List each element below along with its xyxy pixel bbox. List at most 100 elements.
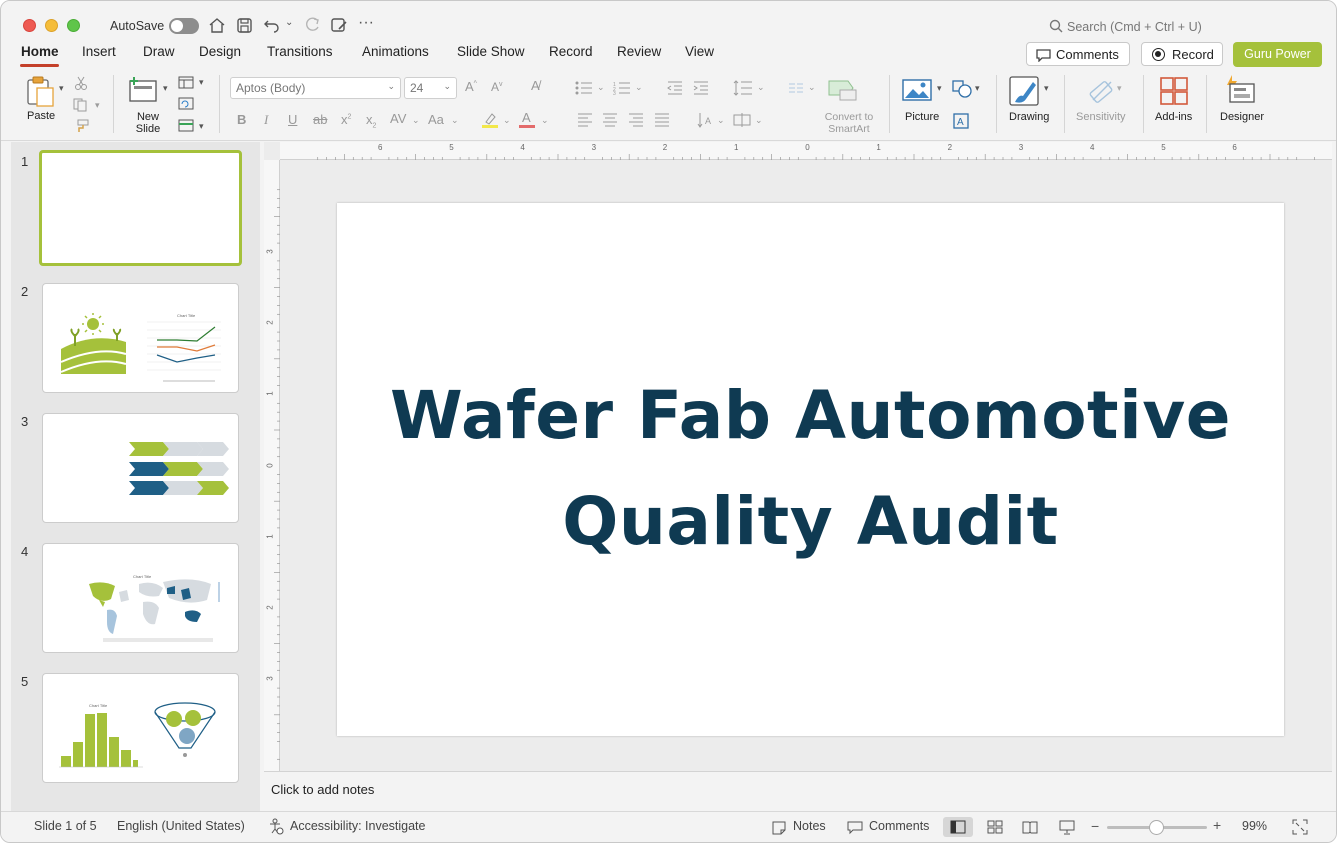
subscript-icon[interactable]: x2 — [366, 112, 376, 130]
section-icon[interactable] — [178, 119, 194, 132]
tab-draw[interactable]: Draw — [143, 44, 175, 59]
align-text-icon[interactable] — [733, 112, 751, 128]
zoom-slider-thumb[interactable] — [1149, 820, 1164, 835]
horizontal-ruler[interactable]: 6 5 4 3 2 1 0 1 2 3 4 5 6 — [280, 142, 1332, 160]
slide-editor-area[interactable]: 6 5 4 3 2 1 0 1 2 3 4 5 6 3 2 1 0 1 2 3 Wafer Fab Automoti… — [264, 142, 1332, 771]
accessibility-icon[interactable] — [268, 818, 284, 835]
tab-review[interactable]: Review — [617, 44, 661, 59]
font-name-select[interactable]: Aptos (Body) ⌄ — [230, 77, 401, 99]
superscript-icon[interactable]: x2 — [341, 112, 351, 127]
search-box[interactable]: Search (Cmd + Ctrl + U) — [1067, 20, 1202, 34]
picture-dropdown-chevron-icon[interactable]: ▾ — [937, 83, 942, 94]
align-center-icon[interactable] — [602, 113, 618, 127]
language-indicator[interactable]: English (United States) — [117, 819, 245, 833]
new-slide-dropdown-chevron-icon[interactable]: ▾ — [163, 83, 168, 94]
clear-formatting-icon[interactable]: A̸ — [531, 78, 540, 93]
accessibility-status[interactable]: Accessibility: Investigate — [290, 819, 425, 833]
strikethrough-icon[interactable]: ab — [313, 112, 327, 127]
tab-transitions[interactable]: Transitions — [267, 44, 333, 59]
zoom-window-button[interactable] — [67, 19, 80, 32]
fit-to-window-icon[interactable] — [1292, 819, 1308, 835]
slide-title[interactable]: Wafer Fab Automotive Quality Audit — [337, 363, 1284, 575]
sensitivity-dropdown-chevron-icon[interactable]: ▾ — [1117, 83, 1122, 94]
align-left-icon[interactable] — [577, 113, 593, 127]
zoom-in-icon[interactable]: + — [1213, 817, 1221, 833]
comments-toggle[interactable]: Comments — [869, 819, 929, 833]
more-options-icon[interactable]: ··· — [358, 14, 374, 32]
copy-dropdown-chevron-icon[interactable]: ▾ — [95, 100, 100, 111]
chevron-down-icon[interactable]: ⌄ — [541, 115, 549, 126]
chevron-down-icon[interactable]: ⌄ — [451, 115, 459, 126]
notes-toggle[interactable]: Notes — [793, 819, 826, 833]
highlight-icon[interactable] — [481, 111, 499, 129]
slide-thumbnail-pane[interactable]: 1 2 Chart Title 3 4 Chart Title 5 Chart … — [11, 142, 260, 812]
minimize-window-button[interactable] — [45, 19, 58, 32]
font-color-icon[interactable]: A — [518, 110, 536, 129]
chevron-down-icon[interactable]: ⌄ — [635, 82, 643, 93]
tab-design[interactable]: Design — [199, 44, 241, 59]
numbering-icon[interactable]: 123 — [613, 81, 631, 95]
chevron-down-icon[interactable]: ⌄ — [757, 82, 765, 93]
home-icon[interactable] — [208, 17, 226, 34]
notes-pane[interactable]: Click to add notes — [264, 771, 1332, 811]
align-right-icon[interactable] — [628, 113, 644, 127]
vertical-ruler[interactable]: 3 2 1 0 1 2 3 — [264, 160, 280, 771]
section-dropdown-chevron-icon[interactable]: ▾ — [199, 121, 204, 132]
add-ins-icon[interactable] — [1159, 76, 1189, 106]
customize-save-icon[interactable] — [330, 16, 348, 34]
slide-thumbnail-2[interactable]: Chart Title — [42, 283, 239, 393]
chevron-down-icon[interactable]: ⌄ — [717, 115, 725, 126]
font-size-select[interactable]: 24 ⌄ — [404, 77, 457, 99]
redo-icon[interactable] — [303, 16, 321, 34]
italic-icon[interactable]: I — [264, 112, 268, 128]
line-spacing-icon[interactable] — [733, 80, 753, 96]
columns-icon[interactable] — [788, 82, 804, 94]
bullets-icon[interactable] — [575, 81, 593, 95]
slide-thumbnail-4[interactable]: Chart Title — [42, 543, 239, 653]
slide-thumbnail-3[interactable] — [42, 413, 239, 523]
increase-font-size-icon[interactable]: A^ — [465, 79, 477, 94]
comments-status-icon[interactable] — [847, 820, 863, 835]
new-slide-icon[interactable] — [128, 76, 158, 102]
bold-icon[interactable]: B — [237, 112, 246, 127]
character-spacing-icon[interactable]: AV — [390, 111, 406, 126]
guru-power-button[interactable]: Guru Power — [1233, 42, 1322, 67]
shapes-icon[interactable] — [952, 80, 972, 98]
layout-dropdown-chevron-icon[interactable]: ▾ — [199, 77, 204, 88]
normal-view-button[interactable] — [943, 817, 973, 837]
notes-icon[interactable] — [771, 820, 787, 835]
picture-icon[interactable] — [902, 78, 932, 102]
convert-smartart-icon[interactable] — [828, 78, 858, 102]
slide-show-icon[interactable] — [1059, 820, 1075, 835]
undo-icon[interactable] — [263, 16, 281, 34]
paste-icon[interactable] — [25, 76, 55, 108]
designer-icon[interactable] — [1224, 74, 1258, 106]
drawing-icon[interactable] — [1009, 76, 1041, 108]
change-case-icon[interactable]: Aa — [428, 112, 444, 127]
decrease-font-size-icon[interactable]: Av — [491, 80, 503, 94]
record-button[interactable]: Record — [1141, 42, 1223, 66]
slide-thumbnail-5[interactable]: Chart Title — [42, 673, 239, 783]
zoom-out-icon[interactable]: − — [1091, 818, 1099, 834]
paste-dropdown-chevron-icon[interactable]: ▾ — [59, 83, 64, 94]
decrease-indent-icon[interactable] — [667, 81, 683, 95]
slide-sorter-icon[interactable] — [987, 820, 1003, 834]
drawing-dropdown-chevron-icon[interactable]: ▾ — [1044, 83, 1049, 94]
close-window-button[interactable] — [23, 19, 36, 32]
justify-icon[interactable] — [654, 113, 670, 127]
tab-view[interactable]: View — [685, 44, 714, 59]
chevron-down-icon[interactable]: ⌄ — [597, 82, 605, 93]
zoom-level[interactable]: 99% — [1242, 819, 1267, 833]
tab-animations[interactable]: Animations — [362, 44, 429, 59]
layout-icon[interactable] — [178, 76, 194, 89]
current-slide[interactable]: Wafer Fab Automotive Quality Audit — [337, 203, 1284, 736]
text-box-icon[interactable]: A — [953, 113, 969, 129]
save-icon[interactable] — [236, 17, 253, 34]
reset-icon[interactable] — [178, 97, 194, 110]
shapes-dropdown-chevron-icon[interactable]: ▾ — [975, 83, 980, 94]
chevron-down-icon[interactable]: ⌄ — [755, 115, 763, 126]
tab-home[interactable]: Home — [21, 44, 59, 59]
reading-view-icon[interactable] — [1022, 820, 1038, 834]
increase-indent-icon[interactable] — [693, 81, 709, 95]
tab-insert[interactable]: Insert — [82, 44, 116, 59]
